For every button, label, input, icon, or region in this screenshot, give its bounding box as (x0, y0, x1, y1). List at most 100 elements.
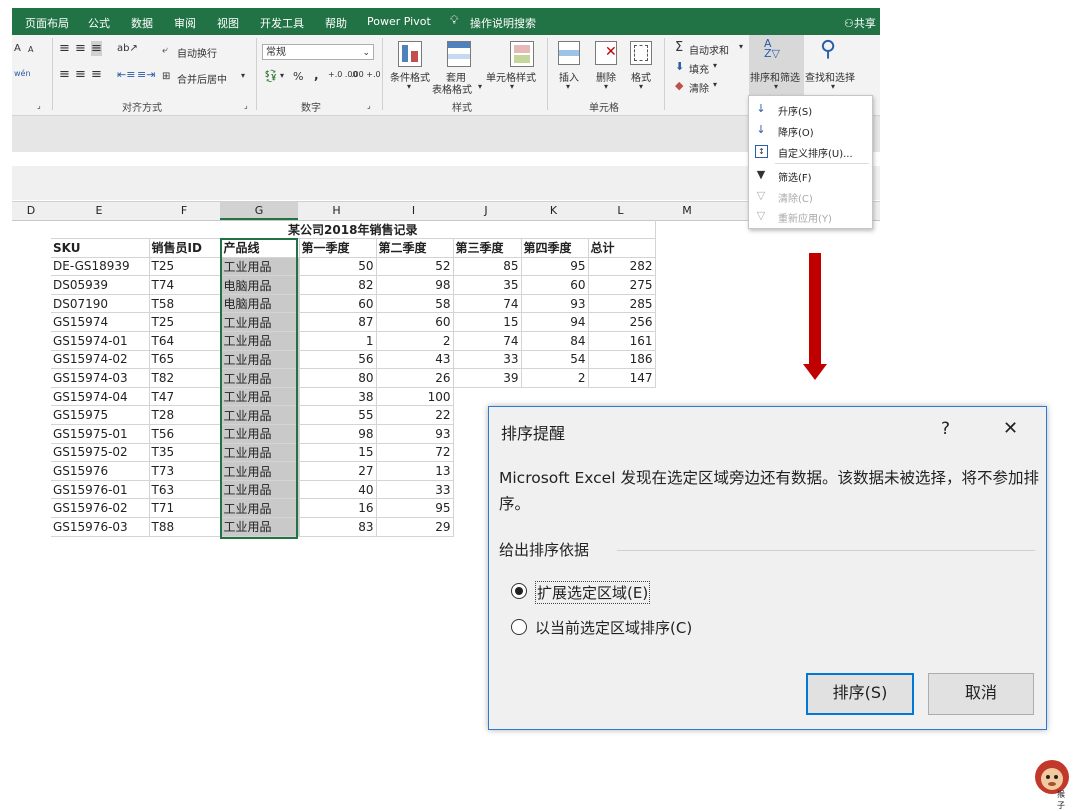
orientation-icon[interactable]: ab↗ (117, 43, 138, 54)
number-format-select[interactable]: 常规 ⌄ (262, 44, 374, 60)
column-header-e[interactable]: E (50, 204, 148, 217)
decrease-indent-icon[interactable]: ⇤≡ (117, 68, 135, 81)
data-cell[interactable]: 58 (376, 294, 454, 314)
tab-formulas[interactable]: 公式 (88, 15, 110, 31)
table-format-label-2[interactable]: 表格格式 (432, 81, 472, 96)
chevron-down-icon[interactable]: ▾ (280, 71, 284, 80)
data-cell[interactable]: 27 (299, 461, 377, 481)
data-cell[interactable]: 83 (299, 517, 377, 537)
chevron-down-icon[interactable]: ▾ (241, 71, 245, 80)
data-cell[interactable]: 工业用品 (221, 331, 300, 351)
tab-power-pivot[interactable]: Power Pivot (367, 15, 431, 28)
data-cell[interactable]: 256 (588, 312, 656, 333)
data-cell[interactable]: 72 (376, 443, 454, 463)
header-cell[interactable]: 第二季度 (376, 238, 454, 258)
tell-me-search[interactable]: 操作说明搜索 (470, 15, 536, 31)
tab-help[interactable]: 帮助 (325, 15, 347, 31)
menu-item-custom-sort[interactable]: ↕ 自定义排序(U)... (749, 141, 870, 161)
chevron-down-icon[interactable]: ▾ (510, 82, 514, 91)
radio-expand-selection[interactable]: 扩展选定区域(E) (511, 579, 671, 604)
data-cell[interactable]: 54 (521, 350, 589, 370)
increase-indent-icon[interactable]: ≡⇥ (137, 68, 155, 81)
data-cell[interactable]: 2 (521, 368, 589, 388)
data-cell[interactable]: T82 (149, 368, 222, 388)
chevron-down-icon[interactable]: ▾ (713, 80, 717, 89)
data-cell[interactable]: 15 (299, 443, 377, 463)
data-cell[interactable]: 工业用品 (221, 387, 300, 407)
tab-page-layout[interactable]: 页面布局 (25, 15, 69, 31)
data-cell[interactable]: GS15976-01 (51, 480, 150, 500)
chevron-down-icon[interactable]: ▾ (604, 82, 608, 91)
data-cell[interactable]: GS15975 (51, 405, 150, 426)
data-cell[interactable]: 186 (588, 350, 656, 370)
data-cell[interactable]: 74 (453, 294, 522, 314)
data-cell[interactable]: 282 (588, 257, 656, 277)
chevron-down-icon[interactable]: ▾ (566, 82, 570, 91)
data-cell[interactable]: 33 (453, 350, 522, 370)
column-header-k[interactable]: K (520, 204, 587, 217)
menu-item-sort-descending[interactable]: ↓ 降序(O) (749, 120, 870, 140)
column-header-j[interactable]: J (452, 204, 520, 217)
chevron-down-icon[interactable]: ▾ (831, 82, 835, 91)
align-bottom-icon[interactable]: ≡ (91, 41, 102, 56)
data-cell[interactable]: T71 (149, 498, 222, 518)
column-header-l[interactable]: L (587, 204, 654, 217)
column-header-h[interactable]: H (298, 204, 375, 217)
header-cell[interactable]: 第三季度 (453, 238, 522, 258)
data-cell[interactable]: DS07190 (51, 294, 150, 314)
find-select-button[interactable]: 查找和选择 (805, 69, 855, 84)
header-cell[interactable]: 销售员ID (149, 238, 222, 258)
align-top-icon[interactable]: ≡ (59, 41, 70, 56)
data-cell[interactable]: GS15974-04 (51, 387, 150, 407)
tab-data[interactable]: 数据 (131, 15, 153, 31)
align-right-icon[interactable]: ≡ (91, 67, 102, 82)
data-cell[interactable]: 35 (453, 275, 522, 295)
data-cell[interactable]: 工业用品 (221, 405, 300, 426)
data-cell[interactable]: GS15975-01 (51, 424, 150, 444)
tab-developer[interactable]: 开发工具 (260, 15, 304, 31)
header-cell[interactable]: 第一季度 (299, 238, 377, 258)
data-cell[interactable]: 275 (588, 275, 656, 295)
data-cell[interactable]: 55 (299, 405, 377, 426)
align-middle-icon[interactable]: ≡ (75, 41, 86, 56)
data-cell[interactable]: 74 (453, 331, 522, 351)
data-cell[interactable]: 80 (299, 368, 377, 388)
tab-view[interactable]: 视图 (217, 15, 239, 31)
data-cell[interactable]: T25 (149, 312, 222, 333)
chevron-down-icon[interactable]: ▾ (478, 82, 482, 91)
data-cell[interactable]: 147 (588, 368, 656, 388)
data-cell[interactable]: DS05939 (51, 275, 150, 295)
tab-review[interactable]: 审阅 (174, 15, 196, 31)
data-cell[interactable]: GS15974 (51, 312, 150, 333)
column-header-f[interactable]: F (148, 204, 220, 217)
data-cell[interactable]: T88 (149, 517, 222, 537)
data-cell[interactable]: GS15975-02 (51, 443, 150, 463)
increase-font-icon[interactable]: A (14, 43, 21, 54)
data-cell[interactable]: 43 (376, 350, 454, 370)
data-cell[interactable] (453, 387, 521, 406)
data-cell[interactable]: 工业用品 (221, 461, 300, 481)
data-cell[interactable]: 工业用品 (221, 498, 300, 518)
clear-button[interactable]: 清除 (689, 80, 709, 95)
data-cell[interactable]: 60 (299, 294, 377, 314)
chevron-down-icon[interactable]: ▾ (713, 61, 717, 70)
header-cell[interactable]: 第四季度 (521, 238, 589, 258)
data-cell[interactable]: 电脑用品 (221, 275, 300, 295)
data-cell[interactable] (521, 387, 588, 406)
data-cell[interactable]: GS15974-02 (51, 350, 150, 370)
data-cell[interactable]: 60 (376, 312, 454, 333)
autosum-button[interactable]: 自动求和 (689, 42, 729, 57)
currency-icon[interactable]: 💱︎ (263, 69, 278, 83)
data-cell[interactable]: T58 (149, 294, 222, 314)
data-cell[interactable]: 95 (376, 498, 454, 518)
data-cell[interactable]: 26 (376, 368, 454, 388)
header-cell[interactable]: 总计 (588, 238, 656, 258)
data-cell[interactable]: T47 (149, 387, 222, 407)
data-cell[interactable]: 98 (299, 424, 377, 444)
data-cell[interactable]: GS15974-03 (51, 368, 150, 388)
data-cell[interactable]: T73 (149, 461, 222, 481)
column-header-d[interactable]: D (12, 204, 50, 217)
data-cell[interactable]: GS15976-03 (51, 517, 150, 537)
menu-item-sort-ascending[interactable]: ↓ 升序(S) (749, 99, 870, 119)
chevron-down-icon[interactable]: ▾ (739, 42, 743, 51)
